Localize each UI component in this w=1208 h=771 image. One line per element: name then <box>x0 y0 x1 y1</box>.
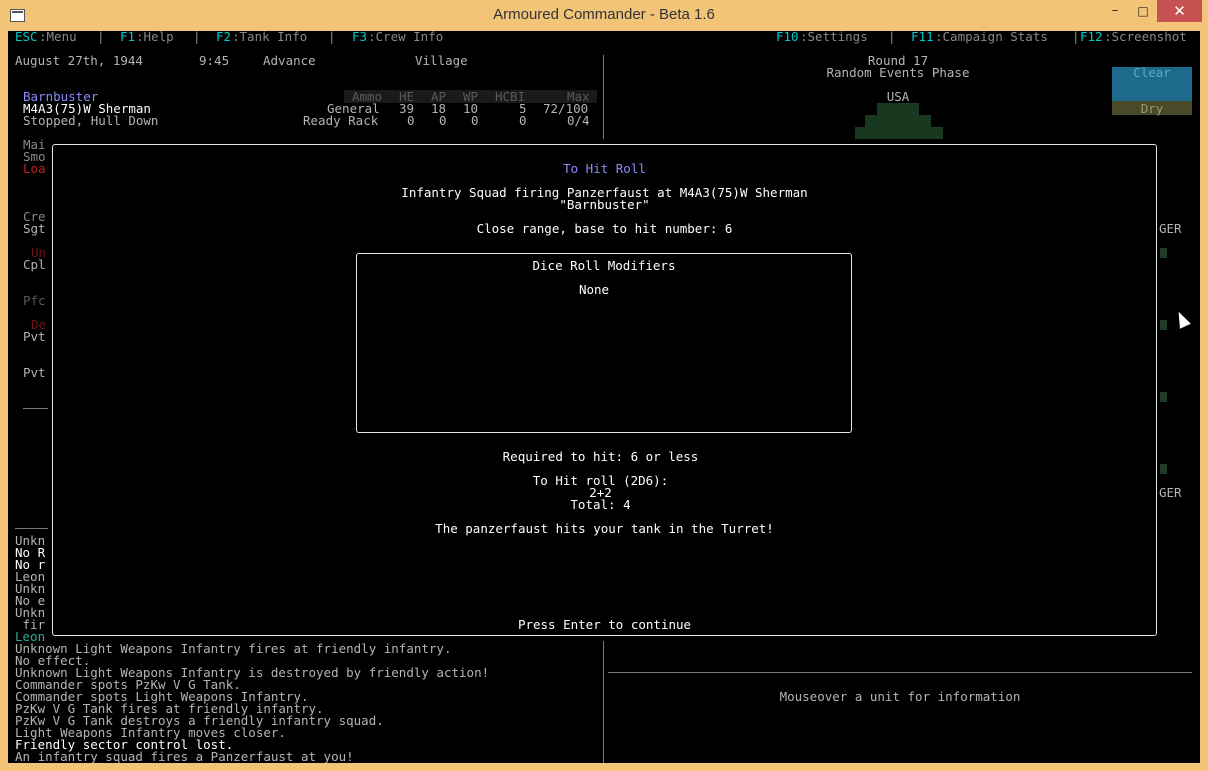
window-title: Armoured Commander - Beta 1.6 <box>493 6 715 23</box>
partial-text: Cpl <box>23 257 46 272</box>
ammo-row-label: Ready Rack <box>303 113 379 128</box>
unit-info-hint: Mouseover a unit for information <box>779 689 1021 704</box>
ammo-wp: 0 <box>471 113 479 128</box>
help-key[interactable]: F1 <box>120 31 135 43</box>
modifiers-value: None <box>578 282 610 297</box>
unit-marker[interactable] <box>1160 464 1167 474</box>
crew-info-label[interactable]: :Crew Info <box>368 31 443 43</box>
minimize-button[interactable]: – <box>1102 0 1128 22</box>
panel-divider <box>603 55 604 139</box>
help-label[interactable]: :Help <box>136 31 174 43</box>
menu-separator: | <box>328 31 336 44</box>
tank-state: Stopped, Hull Down <box>23 113 159 128</box>
phase-label: Random Events Phase <box>826 65 970 80</box>
ammo-ap: 0 <box>439 113 447 128</box>
menu-separator: | <box>193 31 201 44</box>
modifiers-title: Dice Roll Modifiers <box>532 258 676 273</box>
partial-text: Pvt <box>23 365 46 380</box>
continue-prompt[interactable]: Press Enter to continue <box>53 618 1156 631</box>
unit-marker[interactable] <box>1160 320 1167 330</box>
weather-ground: Dry <box>1140 101 1164 116</box>
game-screen[interactable]: ESC :Menu | F1 :Help | F2 :Tank Info | F… <box>8 31 1200 763</box>
partial-text: Pfc <box>23 293 46 308</box>
to-hit-dialog[interactable]: To Hit Roll Infantry Squad firing Panzer… <box>52 144 1157 636</box>
mode-label: Advance <box>263 53 316 68</box>
partial-text: Sgt <box>23 221 46 236</box>
settings-key[interactable]: F10 <box>776 31 799 43</box>
tank-info-label[interactable]: :Tank Info <box>232 31 307 43</box>
mouse-cursor-icon <box>1173 309 1191 329</box>
crew-info-key[interactable]: F3 <box>352 31 367 43</box>
screenshot-key[interactable]: F12 <box>1080 31 1103 43</box>
dialog-title: To Hit Roll <box>563 161 646 176</box>
modifiers-box: Dice Roll Modifiers None <box>356 253 852 433</box>
campaign-stats-key[interactable]: F11 <box>911 31 934 43</box>
campaign-stats-label[interactable]: :Campaign Stats <box>935 31 1048 43</box>
partial-text: Loa <box>23 161 46 176</box>
partial-text: Pvt <box>23 329 46 344</box>
roll-total: Total: 4 <box>570 497 631 512</box>
menu-separator: | <box>1072 31 1080 44</box>
date-label: August 27th, 1944 <box>15 53 143 68</box>
side-label: USA <box>886 89 910 104</box>
esc-key[interactable]: ESC <box>15 31 38 43</box>
panel-divider <box>603 641 604 763</box>
unit-marker[interactable] <box>1160 392 1167 402</box>
screenshot-label[interactable]: :Screenshot <box>1104 31 1187 43</box>
tank-info-key[interactable]: F2 <box>216 31 231 43</box>
target-name: "Barnbuster" <box>559 197 650 212</box>
roll-result: The panzerfaust hits your tank in the Tu… <box>435 521 774 536</box>
menu-separator: | <box>97 31 105 44</box>
range-line: Close range, base to hit number: 6 <box>476 221 733 236</box>
app-window: Armoured Commander - Beta 1.6 – □ ✕ ESC … <box>0 0 1208 771</box>
terrain-label: Village <box>415 53 468 68</box>
divider <box>23 408 48 409</box>
required-to-hit: Required to hit: 6 or less <box>502 449 699 464</box>
ammo-hcbi: 0 <box>519 113 527 128</box>
divider <box>608 672 1192 673</box>
settings-label[interactable]: :Settings <box>800 31 868 43</box>
unit-marker[interactable] <box>1160 248 1167 258</box>
maximize-button[interactable]: □ <box>1130 0 1156 22</box>
divider <box>15 528 48 529</box>
enemy-label: GER <box>1159 485 1182 500</box>
terrain-mound <box>855 127 943 139</box>
weather-sky: Clear <box>1133 65 1171 80</box>
terrain-mound <box>877 103 919 115</box>
time-label: 9:45 <box>199 53 230 68</box>
menu-separator: | <box>888 31 896 44</box>
ammo-max: 0/4 <box>567 113 590 128</box>
ammo-he: 0 <box>407 113 415 128</box>
close-button[interactable]: ✕ <box>1157 0 1202 22</box>
log-entry: An infantry squad fires a Panzerfaust at… <box>15 749 354 763</box>
title-bar[interactable]: Armoured Commander - Beta 1.6 – □ ✕ <box>0 0 1208 31</box>
terrain-mound <box>865 115 931 127</box>
menu-label[interactable]: :Menu <box>39 31 77 43</box>
enemy-label: GER <box>1159 221 1182 236</box>
